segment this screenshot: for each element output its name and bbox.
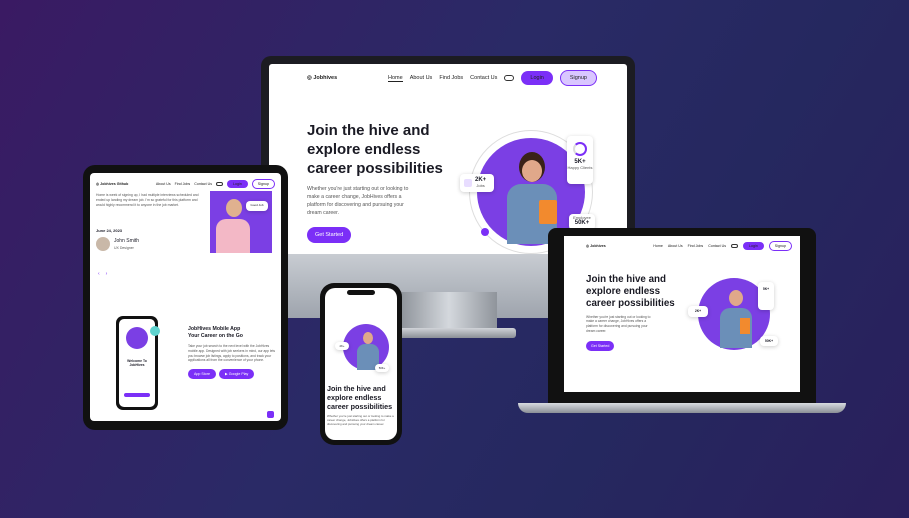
laptop-title-line1: Join the hive and <box>586 274 667 285</box>
nav-find-jobs[interactable]: Find Jobs <box>439 75 463 81</box>
laptop-device: ◎ Jobhives Home About Us Find Jobs Conta… <box>548 228 816 403</box>
hero-body: Whether you're just starting out or look… <box>307 186 409 216</box>
monitor-stand <box>401 292 497 332</box>
theme-toggle[interactable] <box>731 244 738 248</box>
laptop-base <box>518 403 846 413</box>
app-title: JobHives Mobile App Your Career on the Go <box>188 326 243 339</box>
theme-toggle[interactable] <box>504 75 515 81</box>
laptop-stat-clients: 5K+ <box>758 282 774 310</box>
tablet-device: ◎ Jobhives Github About Us Find Jobs Con… <box>83 165 288 430</box>
stat-card-clients: 5K+ Happy Clients <box>567 136 593 184</box>
phone-title-line3: career possibilities <box>327 402 393 411</box>
laptop-brand-logo[interactable]: ◎ Jobhives <box>586 244 606 248</box>
laptop-title-line2: explore endless <box>586 286 661 298</box>
tablet-brand-logo[interactable]: ◎ Jobhives Github <box>96 182 128 186</box>
brand-logo[interactable]: ◎ Jobhives <box>307 75 337 81</box>
hero-title-line3: career possibilities <box>307 159 443 177</box>
phone-cta <box>124 393 150 397</box>
laptop-get-started[interactable]: Get Started <box>586 340 615 351</box>
testimonial-date: June 24, 2023 <box>96 228 123 233</box>
phone-hero-body: Whether you're just starting out or look… <box>327 414 394 427</box>
signup-button[interactable]: Signup <box>559 70 597 86</box>
reviewer-name: John Smith <box>114 238 140 244</box>
nav-contact[interactable]: Contact Us <box>470 75 497 81</box>
prev-arrow-icon[interactable]: ‹ <box>98 271 100 277</box>
phone-notch <box>347 290 375 295</box>
laptop-nav-contact[interactable]: Contact Us <box>708 244 726 248</box>
tablet-screen: ◎ Jobhives Github About Us Find Jobs Con… <box>90 173 281 421</box>
progress-ring-icon <box>573 142 587 156</box>
next-arrow-icon[interactable]: › <box>106 271 108 277</box>
phone-stat-employee: 50K+ <box>375 364 389 372</box>
phone-title-line1: Join the hive and <box>327 384 386 393</box>
hero-title-line2: explore endless <box>307 140 421 158</box>
nav-home[interactable]: Home <box>388 75 403 82</box>
laptop-screen: ◎ Jobhives Home About Us Find Jobs Conta… <box>564 236 800 392</box>
testimonial-image: Good Job <box>210 191 272 253</box>
phone-screen: 2K+ 50K+ Join the hive and explore endle… <box>325 288 397 440</box>
laptop-login-button[interactable]: Login <box>743 242 764 250</box>
laptop-nav-home[interactable]: Home <box>653 244 663 248</box>
side-card: Good Job <box>246 201 268 211</box>
phone-stat-jobs: 2K+ <box>335 342 349 350</box>
stat-card-jobs: 2K+ Jobs <box>460 174 494 192</box>
phone-title-line2: explore endless <box>327 393 382 402</box>
laptop-hero-person <box>714 286 758 350</box>
laptop-signup-button[interactable]: Signup <box>768 241 792 251</box>
laptop-title-line3: career possibilities <box>586 298 675 310</box>
nav-about[interactable]: About Us <box>410 75 433 81</box>
login-button[interactable]: Login <box>521 71 553 85</box>
app-bubble-teal <box>150 326 160 336</box>
reviewer-role: UX Designer <box>114 246 134 250</box>
hero-title-line1: Join the hive and <box>307 122 430 139</box>
monitor-base <box>382 328 516 338</box>
laptop-nav-find[interactable]: Find Jobs <box>688 244 704 248</box>
desktop-screen: ◎ Jobhives Home About Us Find Jobs Conta… <box>269 64 627 254</box>
scroll-top-button[interactable] <box>267 411 274 418</box>
get-started-button[interactable]: Get Started <box>307 227 352 244</box>
app-store-button[interactable]: App Store <box>188 369 216 380</box>
decor-dot <box>481 228 489 236</box>
avatar <box>96 237 110 251</box>
phone-welcome: Welcome To JobHives <box>127 359 147 367</box>
jobs-icon <box>464 179 472 187</box>
laptop-nav-about[interactable]: About Us <box>668 244 683 248</box>
tablet-nav-contact[interactable]: Contact Us <box>194 182 212 186</box>
tablet-nav-find[interactable]: Find Jobs <box>175 182 191 186</box>
phone-device: 2K+ 50K+ Join the hive and explore endle… <box>320 283 402 445</box>
tablet-nav-about[interactable]: About Us <box>156 182 171 186</box>
theme-toggle[interactable] <box>216 182 223 186</box>
tablet-signup-button[interactable]: Signup <box>251 179 275 189</box>
google-play-button[interactable]: ▶ Google Play <box>218 369 255 380</box>
testimonial-text: Home is week of signing up, I had multip… <box>96 193 199 207</box>
laptop-stat-employee: 50K+ <box>760 336 778 346</box>
laptop-hero-body: Whether you're just starting out or look… <box>586 314 651 333</box>
tablet-login-button[interactable]: Login <box>227 180 248 188</box>
app-body: Take your job search to the next level w… <box>188 344 276 363</box>
laptop-stat-jobs: 2K+ <box>688 306 708 317</box>
